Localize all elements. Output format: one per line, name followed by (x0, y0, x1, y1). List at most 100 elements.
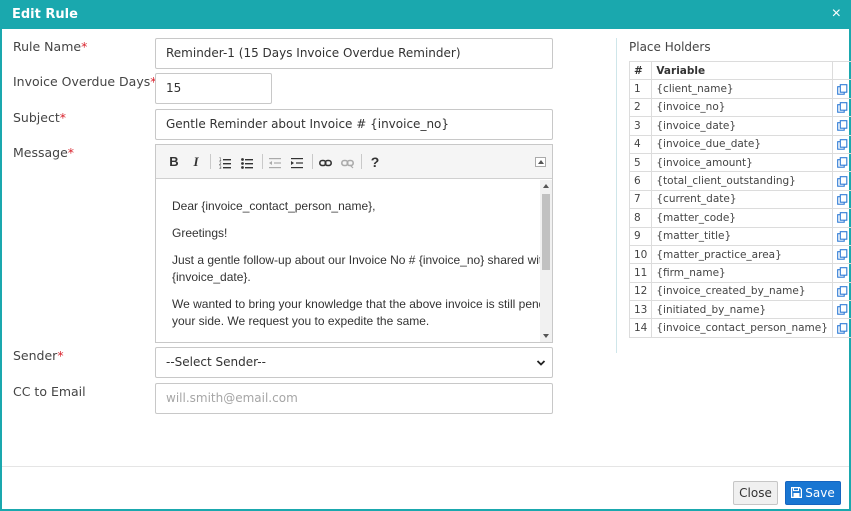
placeholder-variable: {invoice_due_date} (651, 134, 833, 154)
toolbar-separator (210, 154, 211, 169)
toolbar-separator (262, 154, 263, 169)
outdent-button[interactable] (266, 153, 284, 171)
toolbar-collapse-button[interactable] (535, 157, 546, 167)
message-paragraph: Just a gentle follow-up about our Invoic… (172, 253, 540, 267)
ordered-list-button[interactable]: 1 2 3 (216, 153, 234, 171)
subject-label: Subject* (13, 110, 66, 125)
rule-name-input[interactable]: Reminder-1 (15 Days Invoice Overdue Remi… (155, 38, 553, 69)
table-row: 14 {invoice_contact_person_name} (628, 318, 851, 338)
overdue-days-label: Invoice Overdue Days* (13, 74, 156, 89)
placeholder-variable: {matter_code} (651, 208, 833, 228)
copy-icon (837, 138, 848, 150)
unlink-icon (340, 159, 354, 168)
table-row: 4 {invoice_due_date} (628, 134, 851, 154)
placeholders-table: # Variable 1 {client_name} 2 {invoice_no} 3{… (628, 60, 851, 338)
copy-placeholder-button[interactable] (831, 189, 851, 210)
copy-icon (837, 83, 848, 95)
cc-email-input[interactable]: will.smith@email.com (155, 383, 553, 414)
copy-placeholder-button[interactable] (831, 134, 851, 154)
copy-placeholder-button[interactable] (831, 300, 851, 320)
copy-placeholder-button[interactable] (831, 318, 851, 338)
message-label: Message* (13, 145, 74, 160)
table-row: 11 {firm_name} (628, 263, 851, 283)
placeholder-number: 7 (628, 189, 653, 210)
copy-placeholder-button[interactable] (831, 97, 851, 118)
copy-placeholder-button[interactable] (831, 152, 851, 173)
copy-icon (837, 120, 848, 132)
table-row: 3 {invoice_date} (628, 116, 851, 136)
outdent-icon (269, 157, 281, 168)
subject-label-text: Subject (13, 110, 60, 125)
copy-placeholder-button[interactable] (831, 226, 851, 246)
table-row: 7 {current_date} (628, 189, 851, 210)
placeholder-number: 1 (628, 79, 653, 99)
copy-placeholder-button[interactable] (831, 208, 851, 228)
placeholder-number: 10 (628, 244, 653, 265)
link-icon (318, 159, 332, 166)
overdue-days-value: 15 (166, 81, 182, 95)
copy-icon (837, 157, 848, 168)
sender-selected-value: --Select Sender-- (166, 355, 266, 369)
placeholder-variable: {client_name} (651, 79, 833, 99)
table-row: 12 {invoice_created_by_name} (628, 281, 851, 302)
bold-button[interactable]: B (165, 153, 183, 171)
placeholder-variable: {invoice_amount} (651, 152, 833, 173)
close-button[interactable]: Close (733, 481, 778, 505)
copy-placeholder-button[interactable] (831, 116, 851, 136)
placeholder-variable: {initiated_by_name} (651, 300, 833, 320)
copy-icon (837, 175, 848, 187)
subject-input[interactable]: Gentle Reminder about Invoice # {invoice… (155, 109, 553, 140)
placeholder-variable: {total_client_outstanding} (651, 171, 833, 191)
placeholder-number: 5 (628, 152, 653, 173)
placeholder-number: 3 (628, 116, 653, 136)
placeholder-number: 4 (628, 134, 653, 154)
copy-placeholder-button[interactable] (831, 263, 851, 283)
indent-button[interactable] (288, 153, 306, 171)
scroll-up-arrow[interactable] (543, 184, 549, 188)
ordered-list-icon: 1 2 3 (219, 157, 231, 170)
cc-email-placeholder: will.smith@email.com (166, 391, 298, 405)
copy-icon (837, 304, 848, 316)
editor-scrollbar[interactable] (540, 180, 552, 342)
message-paragraph: Dear {invoice_contact_person_name}, (172, 199, 376, 213)
copy-placeholder-button[interactable] (831, 171, 851, 191)
sender-label: Sender* (13, 348, 64, 363)
placeholder-number: 2 (628, 97, 653, 118)
column-header-copy (831, 60, 851, 81)
italic-button[interactable]: I (187, 153, 205, 171)
rule-name-value: Reminder-1 (15 Days Invoice Overdue Remi… (166, 46, 461, 60)
placeholders-divider (616, 38, 617, 353)
placeholder-number: 11 (628, 263, 653, 283)
table-row: 10 {matter_practice_area} (628, 244, 851, 265)
sender-label-text: Sender (13, 348, 58, 363)
unlink-button[interactable] (338, 153, 356, 171)
message-paragraph: Greetings! (172, 226, 228, 240)
rule-name-label: Rule Name* (13, 39, 87, 54)
close-icon[interactable]: × (832, 6, 841, 22)
copy-placeholder-button[interactable] (831, 281, 851, 302)
placeholder-variable: {invoice_created_by_name} (651, 281, 833, 302)
save-button[interactable]: Save (785, 481, 841, 505)
placeholder-variable: {firm_name} (651, 263, 833, 283)
sender-select[interactable]: --Select Sender-- (155, 347, 553, 378)
link-button[interactable] (316, 153, 334, 171)
placeholders-title: Place Holders (629, 40, 711, 54)
copy-placeholder-button[interactable] (831, 244, 851, 265)
help-button[interactable]: ? (366, 153, 384, 171)
table-row: 6 {total_client_outstanding} (628, 171, 851, 191)
message-editor: B I 1 2 3 ? Dear {invoice_contact_person… (155, 144, 553, 343)
table-header-row: # Variable (628, 60, 851, 81)
cc-email-label-text: CC to Email (13, 384, 86, 399)
table-row: 8 {matter_code} (628, 208, 851, 228)
copy-icon (837, 230, 848, 242)
required-mark: * (81, 39, 88, 54)
copy-placeholder-button[interactable] (831, 79, 851, 99)
message-paragraph: {invoice_date}. (172, 270, 251, 284)
scroll-down-arrow[interactable] (543, 334, 549, 338)
message-content[interactable]: Dear {invoice_contact_person_name}, Gree… (156, 180, 540, 342)
scroll-thumb[interactable] (542, 194, 550, 270)
overdue-days-input[interactable]: 15 (155, 73, 272, 104)
placeholder-variable: {invoice_contact_person_name} (651, 318, 833, 338)
unordered-list-button[interactable] (238, 153, 256, 171)
toolbar-separator (361, 154, 362, 169)
